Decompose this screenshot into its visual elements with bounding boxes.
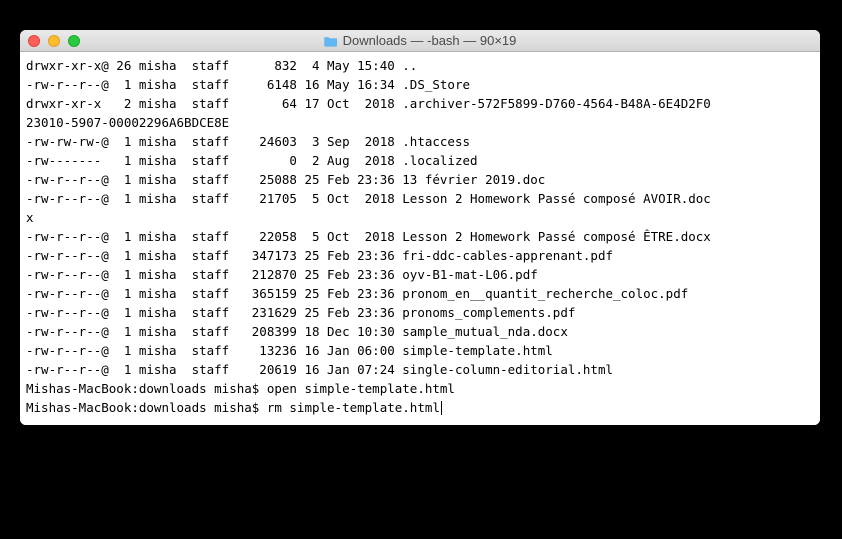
listing-line: -rw-rw-rw-@ 1 misha staff 24603 3 Sep 20… — [26, 132, 814, 151]
prompt-line: Mishas-MacBook:downloads misha$ open sim… — [26, 379, 814, 398]
listing-line: -rw-r--r--@ 1 misha staff 25088 25 Feb 2… — [26, 170, 814, 189]
listing-line: -rw-r--r--@ 1 misha staff 347173 25 Feb … — [26, 246, 814, 265]
listing-line: -rw-r--r--@ 1 misha staff 231629 25 Feb … — [26, 303, 814, 322]
terminal-body[interactable]: drwxr-xr-x@ 26 misha staff 832 4 May 15:… — [20, 52, 820, 425]
listing-line: x — [26, 208, 814, 227]
listing-line: drwxr-xr-x 2 misha staff 64 17 Oct 2018 … — [26, 94, 814, 113]
prompt-line[interactable]: Mishas-MacBook:downloads misha$ rm simpl… — [26, 398, 814, 417]
close-button[interactable] — [28, 35, 40, 47]
terminal-window: Downloads — -bash — 90×19 drwxr-xr-x@ 26… — [20, 30, 820, 425]
listing-line: drwxr-xr-x@ 26 misha staff 832 4 May 15:… — [26, 56, 814, 75]
traffic-lights — [20, 35, 80, 47]
listing-line: -rw-r--r--@ 1 misha staff 6148 16 May 16… — [26, 75, 814, 94]
listing-line: -rw-r--r--@ 1 misha staff 13236 16 Jan 0… — [26, 341, 814, 360]
maximize-button[interactable] — [68, 35, 80, 47]
window-title: Downloads — -bash — 90×19 — [324, 33, 517, 48]
listing-line: -rw-r--r--@ 1 misha staff 212870 25 Feb … — [26, 265, 814, 284]
listing-line: -rw-r--r--@ 1 misha staff 22058 5 Oct 20… — [26, 227, 814, 246]
listing-line: -rw-r--r--@ 1 misha staff 365159 25 Feb … — [26, 284, 814, 303]
minimize-button[interactable] — [48, 35, 60, 47]
listing-line: -rw-r--r--@ 1 misha staff 208399 18 Dec … — [26, 322, 814, 341]
listing-line: -rw-r--r--@ 1 misha staff 21705 5 Oct 20… — [26, 189, 814, 208]
listing-line: -rw------- 1 misha staff 0 2 Aug 2018 .l… — [26, 151, 814, 170]
folder-icon — [324, 35, 338, 46]
window-title-text: Downloads — -bash — 90×19 — [343, 33, 517, 48]
listing-line: 23010-5907-00002296A6BDCE8E — [26, 113, 814, 132]
titlebar[interactable]: Downloads — -bash — 90×19 — [20, 30, 820, 52]
cursor — [441, 401, 442, 415]
listing-line: -rw-r--r--@ 1 misha staff 20619 16 Jan 0… — [26, 360, 814, 379]
